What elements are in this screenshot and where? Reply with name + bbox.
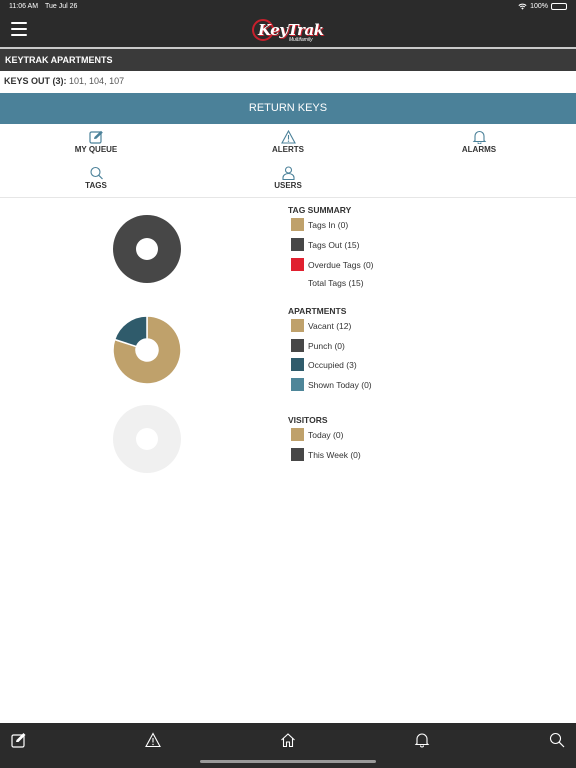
nav-my-queue[interactable]: MY QUEUE [46, 130, 146, 154]
search-icon[interactable] [549, 732, 565, 748]
swatch-vacant [291, 319, 304, 332]
apartments-chart [112, 315, 182, 385]
visitors-title: VISITORS [288, 415, 328, 425]
keys-out: KEYS OUT (3): 101, 104, 107 [4, 76, 124, 86]
apartments-title: APARTMENTS [288, 306, 347, 316]
home-indicator [200, 760, 376, 763]
swatch-punch [291, 339, 304, 352]
legend-tags-in: Tags In (0) [291, 218, 348, 231]
menu-icon[interactable] [11, 22, 27, 38]
property-bar: KEYTRAK APARTMENTS [0, 47, 576, 71]
swatch-this-week [291, 448, 304, 461]
bell-icon [472, 130, 486, 144]
status-time: 11:06 AM [9, 3, 39, 10]
status-right: 100% [518, 3, 567, 10]
legend-vacant-label: Vacant (12) [308, 320, 352, 331]
nav-alerts[interactable]: ALERTS [238, 130, 338, 154]
legend-this-week-label: This Week (0) [308, 449, 361, 460]
empty-slice [113, 405, 181, 473]
return-keys-button[interactable]: RETURN KEYS [0, 93, 576, 124]
legend-punch-label: Punch (0) [308, 340, 345, 351]
legend-shown-today: Shown Today (0) [291, 378, 372, 391]
bell-icon[interactable] [414, 732, 430, 748]
legend-today: Today (0) [291, 428, 343, 441]
keytrak-logo: KeyTrak Multifamily [252, 18, 324, 44]
legend-tags-out-label: Tags Out (15) [308, 239, 360, 250]
tags-out-slice [113, 215, 181, 283]
battery-percent: 100% [530, 3, 548, 10]
legend-total: Total Tags (15) [291, 278, 364, 288]
legend-total-label: Total Tags (15) [308, 278, 364, 288]
nav-users-label: USERS [274, 181, 302, 190]
wifi-icon [518, 3, 527, 10]
search-icon [89, 166, 103, 180]
tag-summary-title: TAG SUMMARY [288, 205, 352, 215]
home-icon[interactable] [280, 732, 296, 748]
nav-users[interactable]: USERS [238, 166, 338, 190]
alert-icon [280, 130, 296, 144]
logo-subtitle: Multifamily [289, 37, 313, 43]
keys-out-label: KEYS OUT (3): [4, 76, 67, 86]
nav-my-queue-label: MY QUEUE [74, 145, 118, 154]
nav-alarms-label: ALARMS [461, 145, 497, 154]
legend-today-label: Today (0) [308, 429, 344, 440]
legend-vacant: Vacant (12) [291, 319, 351, 332]
nav-tags-label: TAGS [85, 181, 107, 190]
swatch-occupied [291, 358, 304, 371]
nav-alarms[interactable]: ALARMS [429, 130, 529, 154]
swatch-tags-out [291, 238, 304, 251]
legend-punch: Punch (0) [291, 339, 345, 352]
swatch-shown-today [291, 378, 304, 391]
edit-icon [88, 130, 103, 144]
status-bar: 11:06 AM Tue Jul 26 100% [0, 0, 576, 14]
alert-icon[interactable] [145, 732, 161, 748]
nav-tags[interactable]: TAGS [46, 166, 146, 190]
user-icon [281, 166, 295, 180]
legend-shown-today-label: Shown Today (0) [308, 379, 372, 390]
top-bar: KeyTrak Multifamily [0, 14, 576, 47]
keys-out-values: 101, 104, 107 [69, 76, 125, 86]
legend-occupied-label: Occupied (3) [308, 359, 357, 370]
section-divider [0, 197, 576, 198]
nav-alerts-label: ALERTS [272, 145, 304, 154]
swatch-overdue [291, 258, 304, 271]
property-title: KEYTRAK APARTMENTS [5, 55, 113, 65]
battery-icon [551, 3, 567, 10]
legend-tags-in-label: Tags In (0) [308, 219, 349, 230]
status-date: Tue Jul 26 [45, 3, 78, 10]
swatch-today [291, 428, 304, 441]
tag-summary-chart [113, 215, 181, 283]
edit-icon[interactable] [11, 732, 27, 748]
legend-occupied: Occupied (3) [291, 358, 357, 371]
legend-overdue: Overdue Tags (0) [291, 258, 374, 271]
legend-overdue-label: Overdue Tags (0) [308, 259, 374, 270]
visitors-chart [113, 405, 181, 473]
legend-this-week: This Week (0) [291, 448, 361, 461]
legend-tags-out: Tags Out (15) [291, 238, 360, 251]
swatch-tags-in [291, 218, 304, 231]
